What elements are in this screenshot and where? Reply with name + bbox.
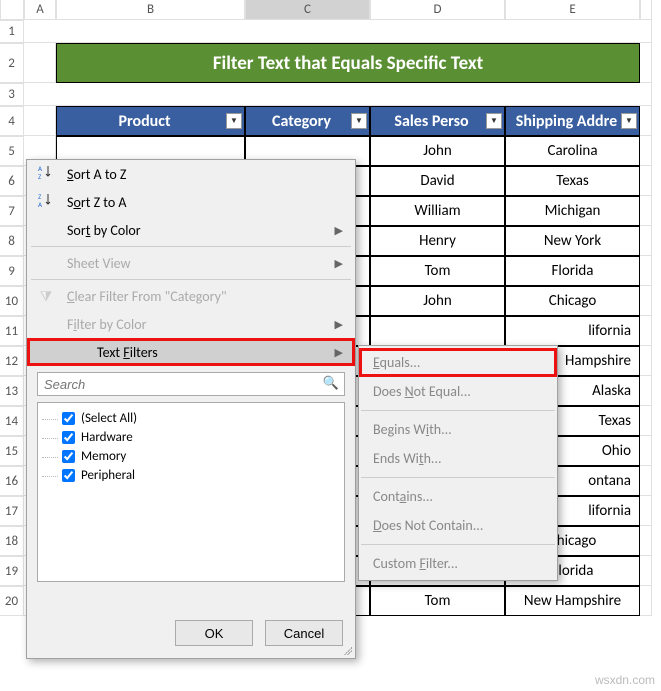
sort-by-color[interactable]: Sort by Color ▶ (27, 216, 355, 244)
row-3[interactable]: 3 (0, 83, 24, 106)
filter-not-contain[interactable]: Does Not Contain... (359, 511, 557, 540)
row-8[interactable]: 8 (0, 226, 24, 256)
filter-dropdown: AZ SSort A to Zort A to Z ZA Sort Z to A… (26, 159, 356, 659)
sort-descending[interactable]: ZA Sort Z to A (27, 188, 355, 216)
row-15[interactable]: 15 (0, 436, 24, 466)
select-all-corner[interactable] (0, 0, 24, 20)
cancel-button[interactable]: Cancel (265, 620, 343, 646)
filter-not-equal[interactable]: Does Not Equal... (359, 377, 557, 406)
col-A[interactable]: A (24, 0, 56, 20)
svg-text:A: A (38, 200, 43, 208)
table-row[interactable]: Carolina (505, 136, 640, 166)
page-title: Filter Text that Equals Specific Text (56, 43, 640, 83)
header-shipping[interactable]: Shipping Addre▼ (505, 106, 640, 136)
search-icon: 🔍 (323, 376, 339, 391)
chevron-right-icon: ▶ (335, 318, 343, 331)
row-2[interactable]: 2 (0, 43, 24, 83)
filter-by-color: Filter by Color ▶ (27, 310, 355, 338)
row-20[interactable]: 20 (0, 586, 24, 616)
row-19[interactable]: 19 (0, 556, 24, 586)
row-6[interactable]: 6 (0, 166, 24, 196)
row-12[interactable]: 12 (0, 346, 24, 376)
clear-filter: ⧩ Clear Filter From "Category" (27, 282, 355, 310)
filter-custom[interactable]: Custom Filter... (359, 549, 557, 578)
chevron-right-icon: ▶ (335, 224, 343, 237)
chevron-right-icon: ▶ (335, 346, 343, 359)
sort-asc-icon: AZ (37, 164, 55, 184)
row-17[interactable]: 17 (0, 496, 24, 526)
header-sales[interactable]: Sales Perso▼ (370, 106, 505, 136)
filter-begins-with[interactable]: Begins With... (359, 415, 557, 444)
sheet-view: Sheet View ▶ (27, 249, 355, 277)
sort-ascending[interactable]: AZ SSort A to Zort A to Z (27, 160, 355, 188)
row-9[interactable]: 9 (0, 256, 24, 286)
text-filters[interactable]: Text Filters ▶ (27, 338, 355, 366)
row-14[interactable]: 14 (0, 406, 24, 436)
row-11[interactable]: 11 (0, 316, 24, 346)
list-item[interactable]: Peripheral (44, 466, 338, 485)
sort-desc-icon: ZA (37, 192, 55, 212)
watermark: wsxdn.com (595, 673, 655, 687)
row-10[interactable]: 10 (0, 286, 24, 316)
table-row[interactable]: John (370, 136, 505, 166)
filter-button-sales[interactable]: ▼ (486, 113, 502, 129)
search-input[interactable]: 🔍 (37, 372, 345, 396)
filter-button-category[interactable]: ▼ (351, 113, 367, 129)
filter-equals[interactable]: Equals... (359, 348, 557, 377)
row-5[interactable]: 5 (0, 136, 24, 166)
col-C[interactable]: C (245, 0, 370, 20)
col-D[interactable]: D (370, 0, 505, 20)
list-item[interactable]: (Select All) (44, 409, 338, 428)
clear-filter-icon: ⧩ (37, 288, 55, 305)
filter-checklist[interactable]: (Select All) Hardware Memory Peripheral (37, 402, 345, 582)
chevron-right-icon: ▶ (335, 257, 343, 270)
row-4[interactable]: 4 (0, 106, 24, 136)
row-1[interactable]: 1 (0, 20, 24, 43)
row-16[interactable]: 16 (0, 466, 24, 496)
filter-button-shipping[interactable]: ▼ (621, 113, 637, 129)
filter-contains[interactable]: Contains... (359, 482, 557, 511)
col-E[interactable]: E (505, 0, 640, 20)
row-18[interactable]: 18 (0, 526, 24, 556)
ok-button[interactable]: OK (175, 620, 253, 646)
list-item[interactable]: Hardware (44, 428, 338, 447)
header-category[interactable]: Category▼ (245, 106, 370, 136)
row-7[interactable]: 7 (0, 196, 24, 226)
col-spill (640, 0, 652, 20)
col-B[interactable]: B (56, 0, 245, 20)
resize-handle-icon[interactable] (342, 645, 352, 655)
filter-button-product[interactable]: ▼ (226, 113, 242, 129)
filter-ends-with[interactable]: Ends With... (359, 444, 557, 473)
row-13[interactable]: 13 (0, 376, 24, 406)
svg-text:Z: Z (38, 172, 42, 180)
text-filters-submenu: Equals... Does Not Equal... Begins With.… (358, 345, 558, 581)
list-item[interactable]: Memory (44, 447, 338, 466)
header-product[interactable]: Product▼ (56, 106, 245, 136)
